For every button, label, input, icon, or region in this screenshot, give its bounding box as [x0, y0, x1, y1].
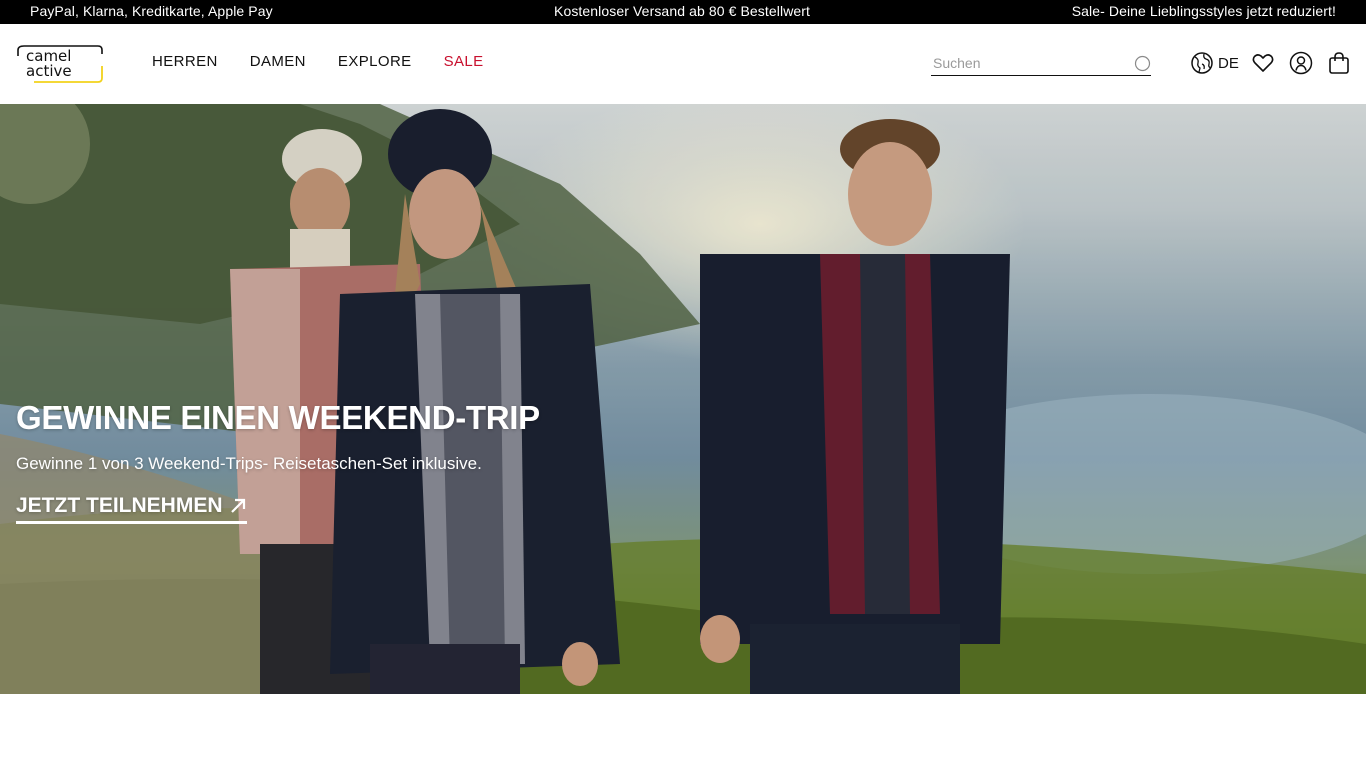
logo-text-active: active [26, 62, 72, 80]
nav-explore[interactable]: EXPLORE [338, 53, 412, 70]
search-icon[interactable] [1134, 55, 1151, 72]
arrow-up-right-icon [230, 498, 245, 513]
nav-herren[interactable]: HERREN [152, 53, 218, 70]
camel-active-logo[interactable]: camel active [16, 44, 104, 84]
hero-subtitle: Gewinne 1 von 3 Weekend-Trips- Reisetasc… [16, 454, 482, 473]
hero-cta-link[interactable]: JETZT TEILNEHMEN [16, 494, 247, 524]
globe-icon [1191, 52, 1213, 74]
promo-bar: PayPal, Klarna, Kreditkarte, Apple Pay K… [0, 0, 1366, 24]
nav-damen[interactable]: DAMEN [250, 53, 306, 70]
main-nav: HERREN DAMEN EXPLORE SALE [152, 53, 516, 70]
hero-banner[interactable]: GEWINNE EINEN WEEKEND-TRIP Gewinne 1 von… [0, 104, 1366, 694]
hero-cta-label: JETZT TEILNEHMEN [16, 494, 223, 517]
heart-icon[interactable] [1251, 51, 1275, 75]
language-selector[interactable]: DE [1190, 51, 1239, 75]
site-header: camel active HERREN DAMEN EXPLORE SALE D… [0, 24, 1366, 104]
language-label: DE [1218, 54, 1239, 72]
promo-sale-text[interactable]: Sale- Deine Lieblingsstyles jetzt reduzi… [1072, 3, 1336, 19]
promo-shipping-text: Kostenloser Versand ab 80 € Bestellwert [554, 3, 811, 19]
search-input[interactable] [931, 52, 1121, 74]
promo-payment-text: PayPal, Klarna, Kreditkarte, Apple Pay [30, 3, 273, 19]
nav-sale[interactable]: SALE [444, 53, 484, 70]
user-icon[interactable] [1289, 51, 1313, 75]
search-box [931, 52, 1151, 76]
hero-title: GEWINNE EINEN WEEKEND-TRIP [16, 399, 540, 436]
shopping-bag-icon[interactable] [1327, 51, 1351, 75]
